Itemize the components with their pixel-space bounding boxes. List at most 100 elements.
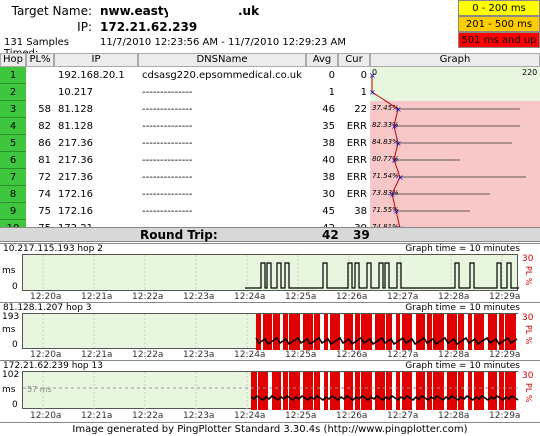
hop-number: 6 xyxy=(0,152,26,169)
hop3-time-graph: 81.128.1.207 hop 3 Graph time = 10 minut… xyxy=(0,302,540,360)
plot-area[interactable] xyxy=(22,371,519,410)
time-tick: 12:27a xyxy=(387,292,419,302)
time-tick: 12:26a xyxy=(336,292,368,302)
hop-avg: 38 xyxy=(322,138,335,149)
hop-avg: 40 xyxy=(322,155,335,166)
hop-avg: 0 xyxy=(328,70,335,81)
time-tick: 12:20a xyxy=(30,411,62,421)
target-name-value: nww.easty xyxy=(100,4,172,18)
hop-avg: 38 xyxy=(322,172,335,183)
time-tick: 12:28a xyxy=(438,350,470,360)
time-tick: 12:20a xyxy=(30,350,62,360)
col-cur[interactable]: Cur xyxy=(338,53,370,67)
latency-legend: 0 - 200 ms 201 - 500 ms 501 ms and up xyxy=(458,0,540,48)
col-dnsname[interactable]: DNSName xyxy=(138,53,306,67)
ip-label: IP: xyxy=(77,20,92,34)
hop-ip: 81.128 xyxy=(58,104,93,115)
time-tick: 12:20a xyxy=(30,292,62,302)
hop-ip: 172.16 xyxy=(58,206,93,217)
time-tick: 12:24a xyxy=(234,411,266,421)
packet-loss: 74 xyxy=(38,189,51,200)
time-tick: 12:26a xyxy=(336,411,368,421)
time-tick: 12:25a xyxy=(285,350,317,360)
trace-point-marker: × xyxy=(397,173,404,182)
hop-cur: ERR xyxy=(346,189,367,200)
reference-line-label: 57 ms xyxy=(27,385,52,394)
packet-loss xyxy=(26,67,54,84)
packet-loss: 58 xyxy=(38,104,51,115)
target-name-label: Target Name: xyxy=(11,4,92,18)
time-tick: 12:21a xyxy=(81,350,113,360)
legend-501-up: 501 ms and up xyxy=(458,32,540,48)
hop-dns: -------------- xyxy=(142,155,193,166)
y-unit: ms xyxy=(2,266,16,276)
trace-line xyxy=(371,75,401,229)
time-tick: 12:25a xyxy=(285,411,317,421)
time-tick: 12:28a xyxy=(438,411,470,421)
hop-avg: 30 xyxy=(322,189,335,200)
round-trip-cur: 39 xyxy=(353,228,370,242)
packet-loss: 86 xyxy=(38,138,51,149)
trace-point-marker: × xyxy=(393,207,400,216)
round-trip-avg: 42 xyxy=(322,228,339,242)
pl-max: 30 xyxy=(522,313,534,323)
y-min: 0 xyxy=(12,340,18,350)
hop-dns: cdsasg220.epsommedical.co.uk xyxy=(142,70,302,81)
packet-loss: 72 xyxy=(38,172,51,183)
hop-ip: 217.36 xyxy=(58,155,93,166)
y-unit: ms xyxy=(2,385,16,395)
y-min: 0 xyxy=(12,400,18,410)
time-tick: 12:23a xyxy=(183,350,215,360)
header: Target Name: nww.easty .uk IP: 172.21.62… xyxy=(0,0,540,59)
latency-trace: ×××××××××× xyxy=(370,71,526,233)
time-tick: 12:25a xyxy=(285,292,317,302)
graph-scale-min: 0 xyxy=(372,68,378,77)
plot-area[interactable] xyxy=(22,313,519,350)
hop-cur: ERR xyxy=(346,172,367,183)
time-tick: 12:29a xyxy=(489,292,521,302)
graph-time-label: Graph time = 10 minutes xyxy=(405,303,520,313)
target-name-suffix: .uk xyxy=(238,4,260,18)
hop-ip: 10.217 xyxy=(58,87,93,98)
hop-number: 4 xyxy=(0,118,26,135)
graph-time-label: Graph time = 10 minutes xyxy=(405,244,520,254)
trace-point-marker: × xyxy=(395,139,402,148)
pl-max: 30 xyxy=(522,371,534,381)
time-tick: 12:21a xyxy=(81,292,113,302)
col-pl[interactable]: PL% xyxy=(26,53,54,67)
trace-point-marker: × xyxy=(370,88,376,97)
hop-cur: 22 xyxy=(354,104,367,115)
footer-credit: Image generated by PingPlotter Standard … xyxy=(0,422,540,436)
hop-number: 8 xyxy=(0,186,26,203)
time-tick: 12:23a xyxy=(183,411,215,421)
time-tick: 12:24a xyxy=(234,350,266,360)
pl-unit: PL % xyxy=(524,383,533,403)
time-tick: 12:29a xyxy=(489,350,521,360)
hop-dns: -------------- xyxy=(142,87,193,98)
col-hop[interactable]: Hop xyxy=(0,53,26,67)
col-ip[interactable]: IP xyxy=(54,53,138,67)
time-tick: 12:28a xyxy=(438,292,470,302)
col-graph[interactable]: Graph xyxy=(370,53,540,67)
y-min: 0 xyxy=(12,282,18,292)
graph-scale-max: 220 xyxy=(522,68,538,77)
legend-201-500: 201 - 500 ms xyxy=(458,16,540,32)
col-avg[interactable]: Avg xyxy=(306,53,338,67)
y-max: 102 xyxy=(2,370,20,380)
graph-time-label: Graph time = 10 minutes xyxy=(405,361,520,371)
trace-point-marker: × xyxy=(391,156,398,165)
hop-dns: -------------- xyxy=(142,138,193,149)
plot-area[interactable] xyxy=(22,254,519,292)
hop-cur: ERR xyxy=(346,155,367,166)
round-trip-row: Round Trip: 42 39 xyxy=(0,227,540,242)
hop-cur: 38 xyxy=(354,206,367,217)
y-unit: ms xyxy=(2,325,16,335)
time-tick: 12:22a xyxy=(132,411,164,421)
hop-avg: 35 xyxy=(322,121,335,132)
hop-number: 5 xyxy=(0,135,26,152)
time-tick: 12:22a xyxy=(132,292,164,302)
hop-number: 3 xyxy=(0,101,26,118)
hop2-time-graph: 10.217.115.193 hop 2 Graph time = 10 min… xyxy=(0,243,540,302)
time-tick: 12:24a xyxy=(234,292,266,302)
time-tick: 12:21a xyxy=(81,411,113,421)
